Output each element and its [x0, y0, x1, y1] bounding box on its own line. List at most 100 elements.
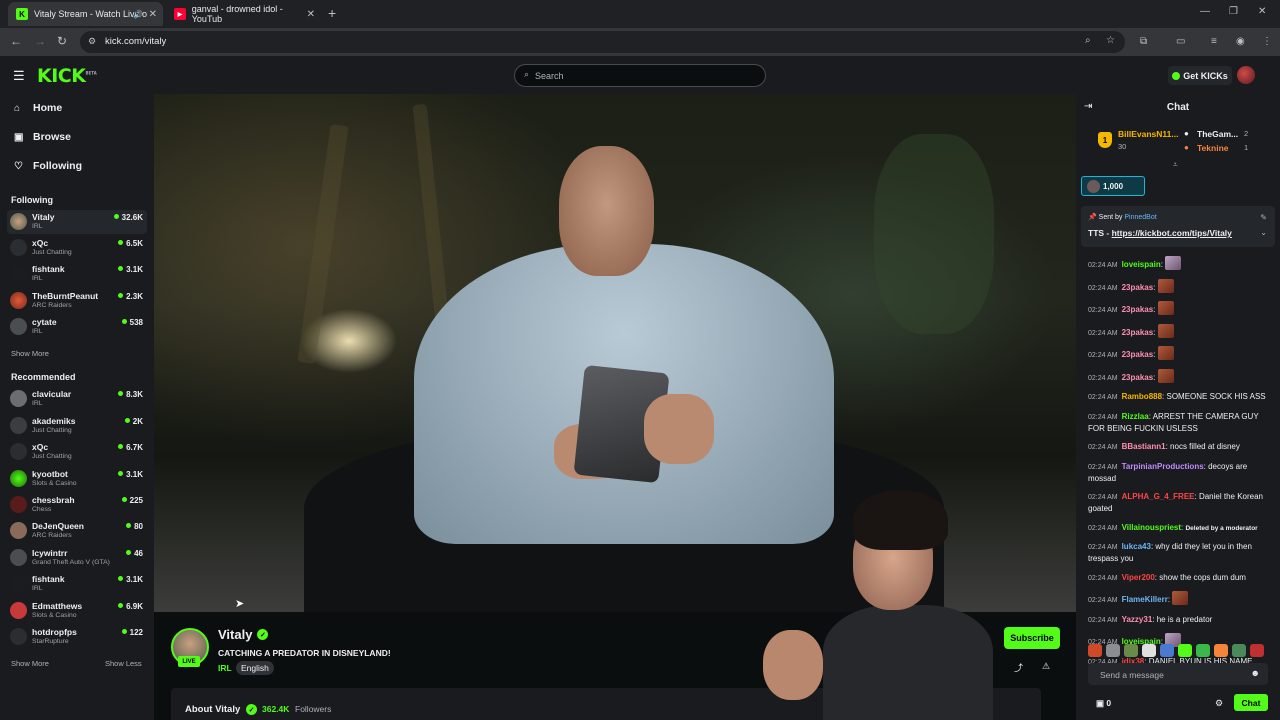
- message-username[interactable]: loveispain: [1122, 260, 1161, 269]
- show-more-recommended-link[interactable]: Show More: [11, 659, 49, 668]
- sidebar-nav-home[interactable]: ⌂ Home: [14, 102, 62, 114]
- sidebar-channel-xqc[interactable]: xQc Just Chatting 6.5K: [7, 236, 147, 260]
- message-username[interactable]: 23pakas: [1122, 328, 1154, 337]
- sidebar-channel-fishtank[interactable]: fishtank IRL 3.1K: [7, 262, 147, 286]
- audio-icon[interactable]: 🔊: [133, 10, 143, 19]
- emote-icon[interactable]: [1106, 644, 1120, 657]
- chevron-down-icon[interactable]: ⌄: [1260, 228, 1267, 237]
- cast-icon[interactable]: ▭: [1176, 36, 1185, 47]
- emote-icon[interactable]: [1160, 644, 1174, 657]
- viewer-count: 46: [126, 549, 143, 558]
- emote-icon[interactable]: [1214, 644, 1228, 657]
- unpin-icon[interactable]: ✎: [1260, 213, 1267, 222]
- back-icon[interactable]: ←: [10, 34, 22, 48]
- kick-logo[interactable]: KICKBETA: [37, 65, 97, 87]
- user-avatar[interactable]: [1237, 66, 1255, 84]
- chat-message-input[interactable]: Send a message ☻: [1088, 663, 1268, 685]
- close-tab-icon[interactable]: ✕: [149, 9, 157, 20]
- profile-icon[interactable]: ◉: [1236, 36, 1245, 47]
- show-less-link[interactable]: Show Less: [105, 659, 142, 668]
- expand-leaderboard-icon[interactable]: ⩡: [1173, 160, 1178, 170]
- sidebar-channel-icywintrr[interactable]: Icywintrr Grand Theft Auto V (GTA) 46: [7, 546, 147, 570]
- message-username[interactable]: Viper200: [1122, 573, 1155, 582]
- close-window-icon[interactable]: ✕: [1258, 6, 1266, 17]
- sidebar-channel-vitaly[interactable]: Vitaly IRL 32.6K: [7, 210, 147, 234]
- url-text[interactable]: kick.com/vitaly: [105, 36, 166, 47]
- report-icon[interactable]: ⚠: [1042, 661, 1050, 672]
- kicks-balance[interactable]: ▣ 0: [1096, 698, 1111, 709]
- sidebar-channel-cytate[interactable]: cytate IRL 538: [7, 315, 147, 339]
- site-info-icon[interactable]: ⚙: [88, 36, 96, 47]
- emote-icon[interactable]: [1088, 644, 1102, 657]
- omnibox[interactable]: ⚙ kick.com/vitaly ⌕ ☆: [80, 31, 1125, 53]
- browser-tab-youtube[interactable]: ▶ ganval - drowned idol - YouTub ✕: [166, 2, 321, 26]
- pinned-bot-name[interactable]: PinnedBot: [1124, 214, 1156, 221]
- message-username[interactable]: TarpinianProductions: [1122, 462, 1204, 471]
- sidebar-channel-akademiks[interactable]: akademiks Just Chatting 2K: [7, 414, 147, 438]
- sidebar-channel-dejenqueen[interactable]: DeJenQueen ARC Raiders 80: [7, 519, 147, 543]
- maximize-icon[interactable]: ❐: [1229, 6, 1238, 17]
- emote-icon[interactable]: [1232, 644, 1246, 657]
- browser-tab-kick[interactable]: K Vitaly Stream - Watch Live o 🔊 ✕: [8, 2, 163, 26]
- pinned-text: TTS - https://kickbot.com/tips/Vitaly: [1088, 228, 1232, 238]
- gift-leaderboard[interactable]: 1 BillEvansN11... 30 ● TheGam... 2 ● Tek…: [1076, 122, 1280, 158]
- emote-icon[interactable]: [1142, 644, 1156, 657]
- sidebar-channel-chessbrah[interactable]: chessbrah Chess 225: [7, 493, 147, 517]
- emote-icon[interactable]: [1196, 644, 1210, 657]
- search-input[interactable]: ⌕ Search: [514, 64, 766, 87]
- minimize-icon[interactable]: —: [1200, 6, 1210, 17]
- message-username[interactable]: 23pakas: [1122, 305, 1154, 314]
- emoji-icon[interactable]: ☻: [1251, 668, 1260, 678]
- message-username[interactable]: 23pakas: [1122, 283, 1154, 292]
- close-tab-icon[interactable]: ✕: [307, 9, 315, 20]
- stream-category-link[interactable]: IRL: [218, 663, 232, 673]
- gear-icon[interactable]: ⚙: [1215, 698, 1223, 709]
- emote-icon[interactable]: [1124, 644, 1138, 657]
- extensions-icon[interactable]: ⧉: [1140, 36, 1147, 47]
- sidebar-channel-hotdropfps[interactable]: hotdropfps StarRupture 122: [7, 625, 147, 649]
- new-tab-icon[interactable]: +: [328, 5, 336, 21]
- hamburger-menu-icon[interactable]: ☰: [13, 68, 25, 84]
- share-icon[interactable]: ⤴: [1014, 661, 1023, 674]
- channel-category: Just Chatting: [32, 453, 72, 460]
- chat-message: 02:24 AM loveispain:: [1088, 256, 1274, 271]
- menu-icon[interactable]: ⋮: [1262, 36, 1272, 47]
- bookmark-star-icon[interactable]: ☆: [1106, 35, 1115, 46]
- leader-name: Teknine: [1197, 143, 1229, 153]
- send-chat-button[interactable]: Chat: [1234, 694, 1268, 711]
- message-username[interactable]: Villainouspriest: [1122, 523, 1181, 532]
- sidebar-channel-edmatthews[interactable]: Edmatthews Slots & Casino 6.9K: [7, 599, 147, 623]
- avatar: [10, 213, 27, 230]
- media-icon[interactable]: ≡: [1211, 36, 1217, 47]
- pinned-link[interactable]: https://kickbot.com/tips/Vitaly: [1112, 228, 1232, 238]
- reload-icon[interactable]: ↻: [57, 34, 67, 48]
- show-more-following-link[interactable]: Show More: [11, 349, 49, 358]
- message-username[interactable]: ALPHA_G_4_FREE: [1122, 492, 1195, 501]
- sidebar-channel-xqc-recommended[interactable]: xQc Just Chatting 6.7K: [7, 440, 147, 464]
- message-username[interactable]: Rizzlaa: [1122, 412, 1149, 421]
- message-username[interactable]: Rambo888: [1122, 392, 1162, 401]
- sidebar-channel-clavicular[interactable]: clavicular IRL 8.3K: [7, 387, 147, 411]
- sidebar-nav-following[interactable]: ♡ Following: [14, 160, 82, 172]
- sidebar-channel-theburntpeanut[interactable]: TheBurntPeanut ARC Raiders 2.3K: [7, 289, 147, 313]
- emote-icon[interactable]: [1178, 644, 1192, 657]
- emote-icon[interactable]: [1250, 644, 1264, 657]
- message-username[interactable]: 23pakas: [1122, 350, 1154, 359]
- get-kicks-button[interactable]: Get KICKs: [1168, 66, 1232, 85]
- streamer-name[interactable]: Vitaly ✓: [218, 627, 269, 642]
- kicks-gift-pill[interactable]: 1,000: [1081, 176, 1145, 196]
- message-username[interactable]: lukca43: [1122, 542, 1151, 551]
- sidebar-channel-kyootbot[interactable]: kyootbot Slots & Casino 3.1K: [7, 467, 147, 491]
- sidebar-nav-browse[interactable]: ▣ Browse: [14, 131, 71, 143]
- message-username[interactable]: Yazzy31: [1122, 615, 1153, 624]
- kicks-amount: 1,000: [1103, 182, 1124, 191]
- language-tag[interactable]: English: [236, 661, 274, 675]
- message-username[interactable]: 23pakas: [1122, 373, 1154, 382]
- zoom-icon[interactable]: ⌕: [1085, 35, 1091, 46]
- leader-name: TheGam...: [1197, 129, 1239, 139]
- forward-icon[interactable]: →: [34, 34, 46, 48]
- sidebar-channel-fishtank-recommended[interactable]: fishtank IRL 3.1K: [7, 572, 147, 596]
- message-username[interactable]: BBastiann1: [1122, 442, 1166, 451]
- message-time: 02:24 AM: [1088, 352, 1118, 359]
- message-username[interactable]: FlameKillerr: [1122, 595, 1168, 604]
